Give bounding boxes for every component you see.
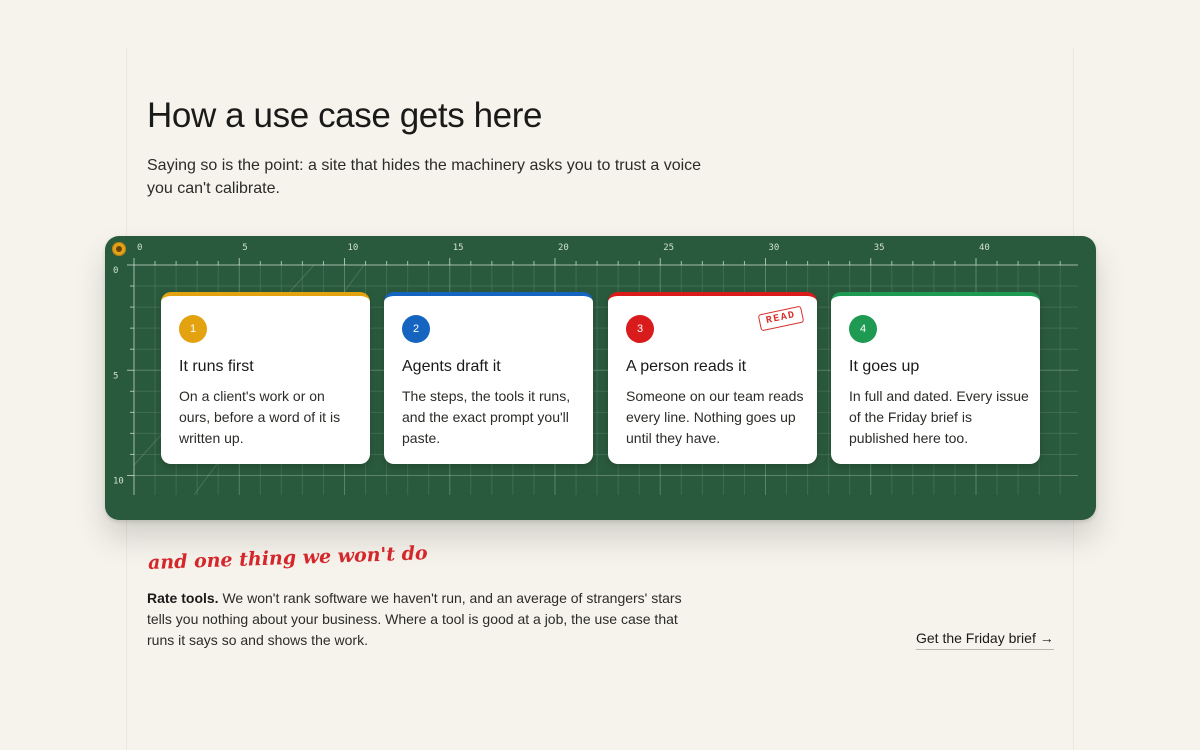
step-number-badge: 2 [402, 315, 430, 343]
step-title: It runs first [179, 358, 254, 375]
ruler-label-top: 30 [769, 243, 780, 253]
ruler-label-side: 10 [113, 477, 124, 487]
read-stamp: READ [757, 305, 805, 332]
ruler-label-top: 40 [979, 243, 990, 253]
step-body: The steps, the tools it runs, and the ex… [402, 388, 571, 446]
rate-tools-note: Rate tools. We won't rank software we ha… [147, 588, 707, 651]
step-number-badge: 4 [849, 315, 877, 343]
ruler-label-top: 10 [348, 243, 359, 253]
step-card-1: 1 It runs first On a client's work or on… [161, 292, 370, 464]
step-card-4: 4 It goes up In full and dated. Every is… [831, 292, 1040, 464]
page-title: How a use case gets here [147, 96, 543, 135]
step-body: On a client's work or on ours, before a … [179, 388, 341, 446]
ruler-label-top: 15 [453, 243, 464, 253]
ruler-label-top: 35 [874, 243, 885, 253]
ruler-label-side: 0 [113, 266, 118, 276]
ruler-label-side: 5 [113, 371, 118, 381]
page-lede: Saying so is the point: a site that hide… [147, 157, 702, 197]
step-title: A person reads it [626, 358, 747, 375]
step-body: In full and dated. Every issue of the Fr… [849, 388, 1029, 446]
note-lead: Rate tools. [147, 590, 219, 606]
arrow-right-icon: → [1039, 630, 1054, 646]
friday-brief-link[interactable]: Get the Friday brief → [916, 630, 1054, 650]
step-body: Someone on our team reads every line. No… [626, 388, 804, 446]
step-number-badge: 3 [626, 315, 654, 343]
pushpin-icon [112, 242, 126, 256]
note-text: We won't rank software we haven't run, a… [147, 590, 682, 648]
ruler-label-top: 25 [663, 243, 674, 253]
step-title: It goes up [849, 358, 920, 375]
step-card-3: 3 READ A person reads it Someone on our … [608, 292, 817, 464]
ruler-label-top: 0 [137, 243, 142, 253]
step-card-2: 2 Agents draft it The steps, the tools i… [384, 292, 593, 464]
step-title: Agents draft it [402, 358, 501, 375]
cta-label: Get the Friday brief [916, 630, 1036, 646]
step-number-badge: 1 [179, 315, 207, 343]
ruler-label-top: 20 [558, 243, 569, 253]
ruler-label-top: 5 [242, 243, 247, 253]
